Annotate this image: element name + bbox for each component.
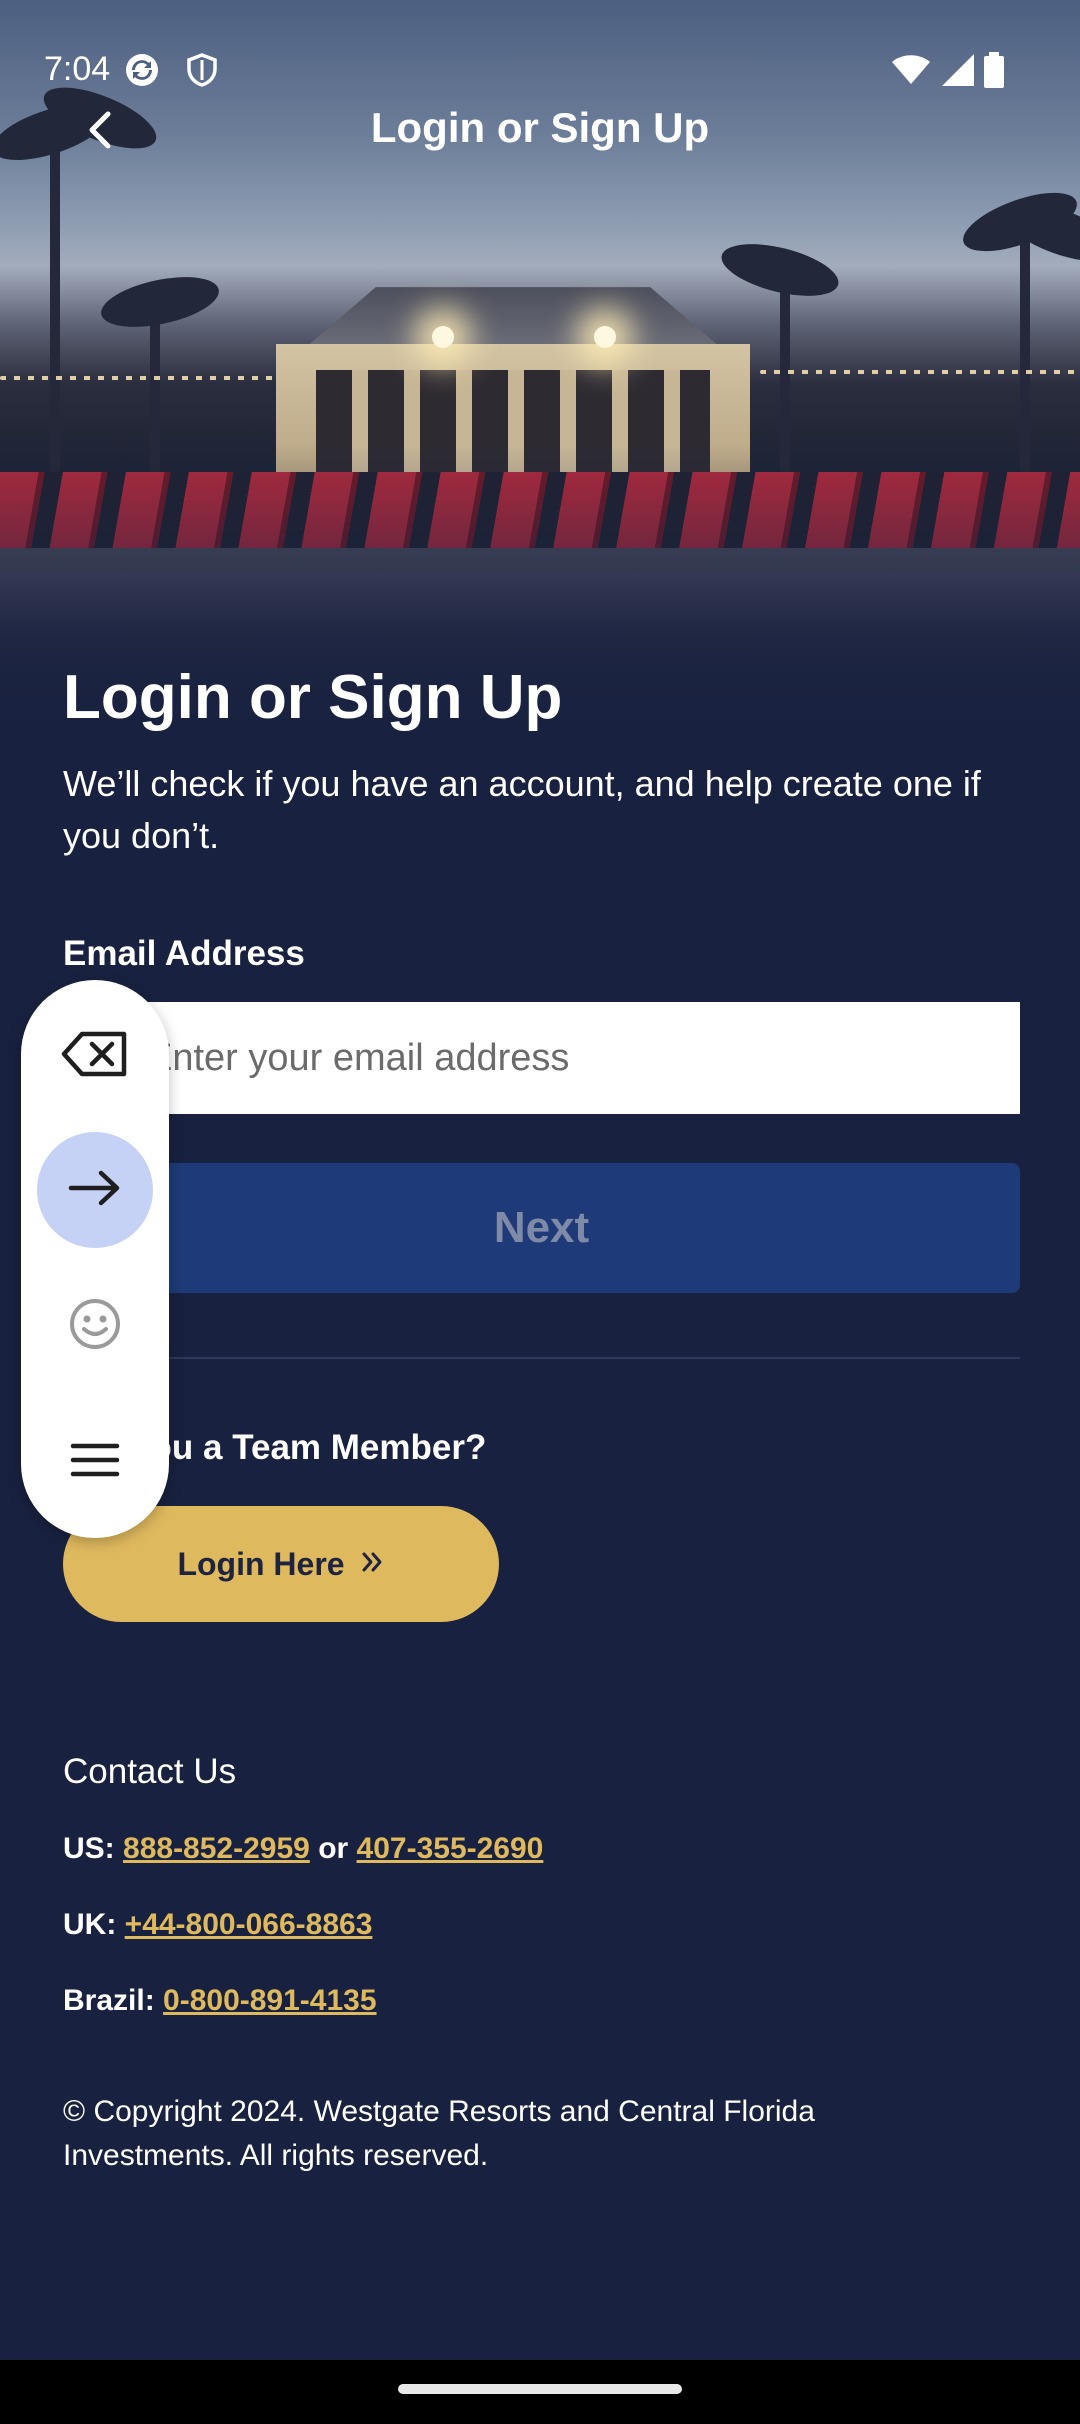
menu-button[interactable]: [37, 1404, 153, 1520]
gesture-nav-bar: [0, 2360, 1080, 2424]
contact-heading: Contact Us: [63, 1752, 237, 1791]
nav-title: Login or Sign Up: [370, 104, 710, 151]
page-subtitle: We’ll check if you have an account, and …: [63, 763, 981, 856]
divider: [63, 1357, 1020, 1359]
keyboard-toolbar: [21, 980, 169, 1538]
double-chevron-right-icon: [359, 1546, 385, 1583]
next-button[interactable]: Next: [63, 1163, 1020, 1293]
copyright-text: © Copyright 2024. Westgate Resorts and C…: [63, 2095, 815, 2172]
sync-icon: [124, 52, 160, 88]
status-time: 7:04: [44, 50, 111, 88]
email-field[interactable]: [63, 1002, 1020, 1114]
us-phone-link-2[interactable]: 407-355-2690: [357, 1832, 544, 1865]
backspace-icon: [60, 1029, 130, 1084]
menu-icon: [70, 1442, 120, 1483]
us-label: US:: [63, 1832, 115, 1865]
contact-brazil-line: Brazil: 0-800-891-4135: [63, 1984, 377, 2018]
backspace-button[interactable]: [37, 998, 153, 1114]
us-or-text: or: [318, 1832, 349, 1865]
email-label: Email Address: [63, 934, 305, 973]
arrow-right-button[interactable]: [37, 1132, 153, 1248]
shield-icon: [184, 52, 220, 88]
page-title: Login or Sign Up: [63, 663, 563, 732]
us-phone-link-1[interactable]: 888-852-2959: [123, 1832, 310, 1865]
brazil-phone-link[interactable]: 0-800-891-4135: [163, 1984, 377, 2017]
wifi-icon: [890, 52, 932, 88]
emoji-icon: [68, 1297, 122, 1356]
contact-uk-line: UK: +44-800-066-8863: [63, 1908, 372, 1942]
uk-phone-link[interactable]: +44-800-066-8863: [125, 1908, 373, 1941]
brazil-label: Brazil:: [63, 1984, 155, 2017]
home-gesture-handle[interactable]: [398, 2384, 682, 2394]
emoji-button[interactable]: [37, 1268, 153, 1384]
arrow-right-icon: [67, 1168, 123, 1213]
battery-icon: [982, 52, 1006, 88]
uk-label: UK:: [63, 1908, 117, 1941]
login-here-label: Login Here: [177, 1545, 345, 1582]
contact-us-line: US: 888-852-2959 or 407-355-2690: [63, 1832, 543, 1866]
signal-icon: [940, 52, 976, 88]
